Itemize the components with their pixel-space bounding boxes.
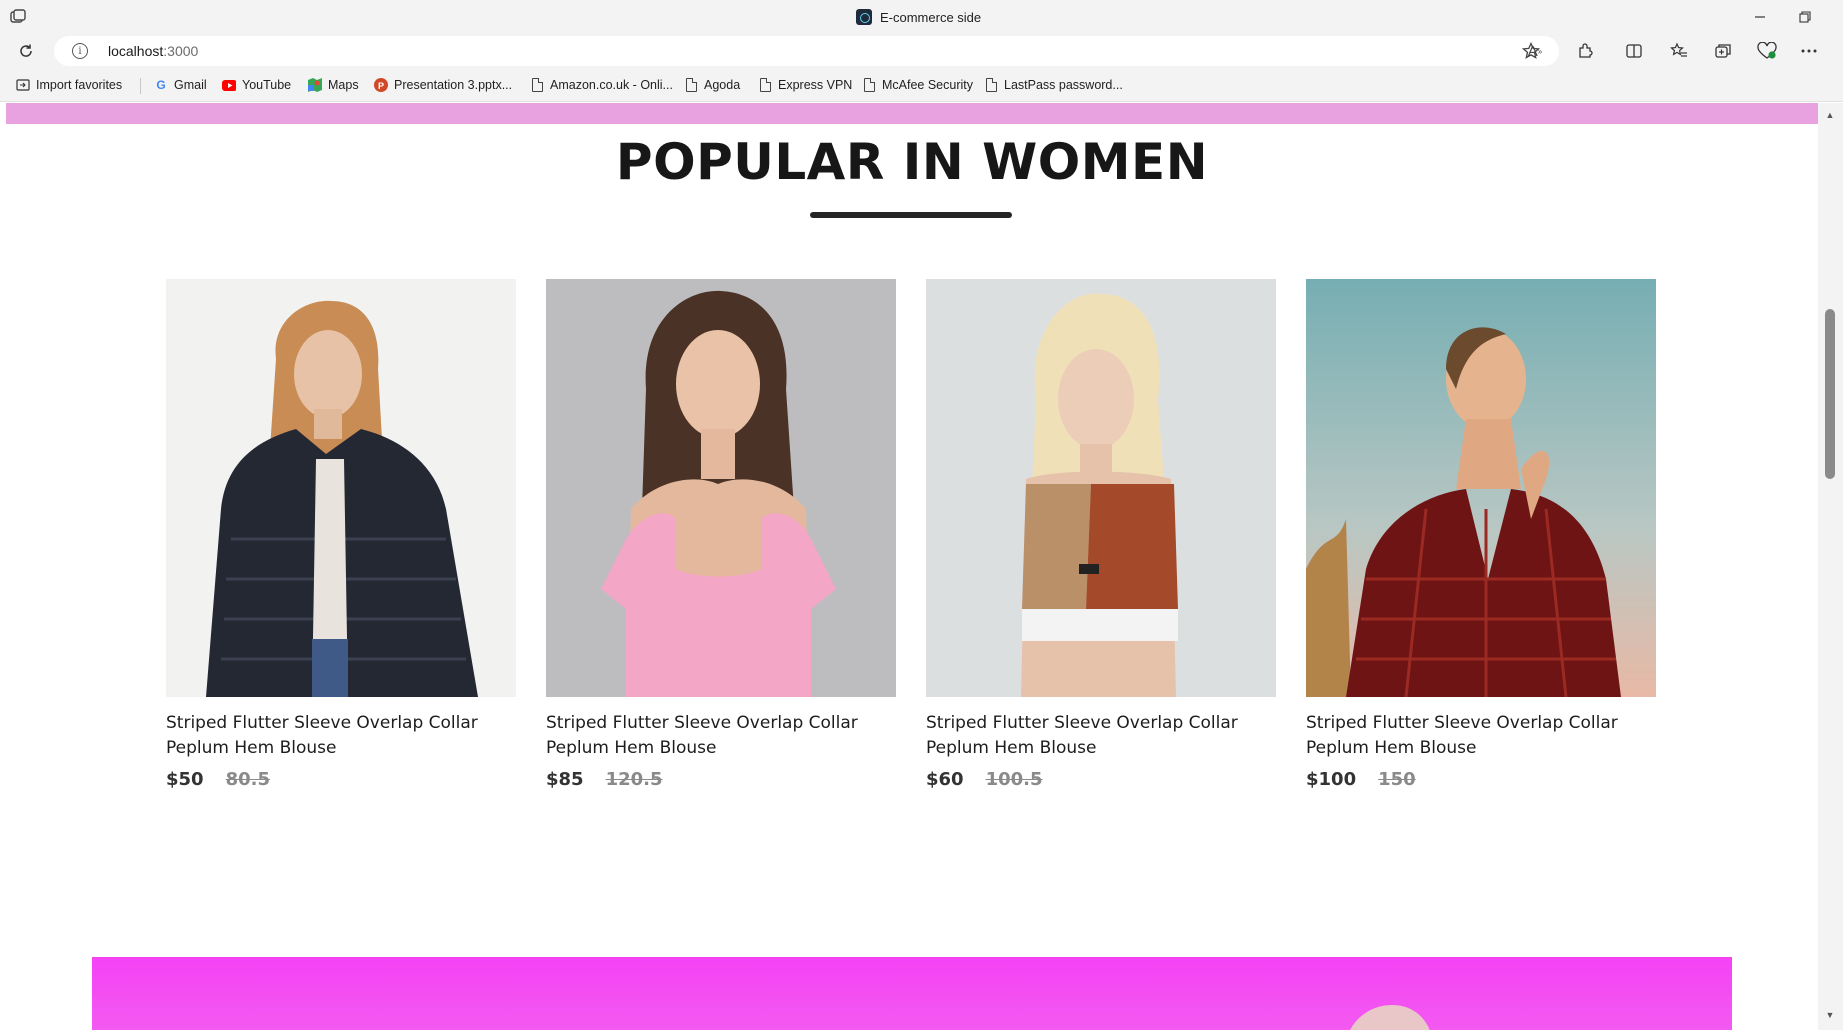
product-image[interactable] [1306, 279, 1656, 697]
new-price: $100 [1306, 769, 1357, 790]
product-name[interactable]: Striped Flutter Sleeve Overlap Collar Pe… [166, 711, 486, 761]
youtube-icon [222, 78, 236, 92]
favorites-icon[interactable] [1665, 38, 1693, 64]
workspaces-icon[interactable] [8, 8, 28, 26]
product-image[interactable] [546, 279, 896, 697]
site-info-icon[interactable]: i [72, 43, 88, 59]
svg-text:P: P [378, 81, 384, 91]
bookmark-label: Agoda [704, 78, 741, 92]
section-title: POPULAR IN WOMEN [615, 133, 1209, 191]
bookmark-amazon[interactable]: Amazon.co.uk - Onli... [530, 77, 673, 93]
product-prices: $85 120.5 [546, 769, 896, 790]
page-icon [758, 78, 772, 92]
old-price: 80.5 [225, 769, 270, 790]
bookmark-express-vpn[interactable]: Express VPN [758, 77, 852, 93]
page-viewport: POPULAR IN WOMEN Striped Flutter Sleeve … [6, 103, 1818, 1030]
bookmark-presentation[interactable]: P Presentation 3.pptx... [374, 77, 512, 93]
bookmark-label: YouTube [242, 78, 292, 92]
address-text[interactable]: localhost:3000 [108, 43, 198, 59]
bookmark-label: Amazon.co.uk - Onli... [550, 78, 673, 92]
new-price: $50 [166, 769, 204, 790]
product-name[interactable]: Striped Flutter Sleeve Overlap Collar Pe… [1306, 711, 1626, 761]
extensions-icon[interactable] [1571, 38, 1599, 64]
title-bar: E-commerce side [0, 0, 1843, 34]
bookmark-lastpass[interactable]: LastPass password... [984, 77, 1123, 93]
page-icon [684, 78, 698, 92]
minimize-button[interactable] [1740, 5, 1780, 29]
powerpoint-icon: P [374, 78, 388, 92]
title-underline [810, 212, 1012, 218]
old-price: 100.5 [985, 769, 1043, 790]
scroll-thumb[interactable] [1825, 309, 1835, 479]
browser-essentials-icon[interactable] [1753, 38, 1781, 64]
bookmark-label: McAfee Security [882, 78, 974, 92]
bookmark-label: Import favorites [36, 78, 123, 92]
bookmark-mcafee[interactable]: McAfee Security [862, 77, 973, 93]
scroll-down-arrow-icon[interactable]: ▼ [1824, 1009, 1836, 1021]
collections-icon[interactable] [1709, 38, 1737, 64]
split-screen-icon[interactable] [1620, 38, 1648, 64]
restore-button[interactable] [1785, 5, 1825, 29]
address-bar[interactable]: i localhost:3000 A» [54, 36, 1559, 66]
tab-title-text: E-commerce side [880, 9, 982, 25]
product-card[interactable]: Striped Flutter Sleeve Overlap Collar Pe… [546, 279, 896, 790]
page-icon [862, 78, 876, 92]
bookmark-agoda[interactable]: Agoda [684, 77, 740, 93]
maps-icon [308, 78, 322, 92]
bookmark-maps[interactable]: Maps [308, 77, 359, 93]
old-price: 150 [1378, 769, 1416, 790]
react-favicon-icon [856, 9, 872, 25]
more-menu-icon[interactable] [1795, 38, 1823, 64]
new-price: $60 [926, 769, 964, 790]
product-prices: $100 150 [1306, 769, 1656, 790]
bookmark-label: Gmail [174, 78, 207, 92]
product-image[interactable] [926, 279, 1276, 697]
add-favorite-icon[interactable] [1520, 41, 1542, 61]
bookmark-label: Presentation 3.pptx... [394, 78, 513, 92]
bookmark-youtube[interactable]: YouTube [222, 77, 291, 93]
scroll-up-arrow-icon[interactable]: ▲ [1824, 109, 1836, 121]
old-price: 120.5 [605, 769, 663, 790]
refresh-icon[interactable] [12, 38, 40, 64]
bookmark-import-favorites[interactable]: Import favorites [16, 77, 122, 93]
product-card[interactable]: Striped Flutter Sleeve Overlap Collar Pe… [166, 279, 516, 790]
new-price: $85 [546, 769, 584, 790]
top-color-band [6, 103, 1818, 124]
product-image[interactable] [166, 279, 516, 697]
bookmark-gmail[interactable]: G Gmail [154, 77, 207, 93]
browser-toolbar: i localhost:3000 A» [0, 34, 1843, 68]
active-tab[interactable]: E-commerce side [856, 7, 981, 27]
bookmarks-bar: Import favorites G Gmail YouTube Maps P … [0, 68, 1843, 102]
page-scrollbar[interactable]: ▲ ▼ [1818, 103, 1843, 1030]
bookmark-separator [140, 78, 141, 94]
promo-banner [92, 957, 1732, 1030]
bookmark-label: Express VPN [778, 78, 853, 92]
bookmark-label: LastPass password... [1004, 78, 1123, 92]
page-icon [530, 78, 544, 92]
product-name[interactable]: Striped Flutter Sleeve Overlap Collar Pe… [926, 711, 1246, 761]
gmail-icon: G [156, 78, 166, 92]
bookmark-label: Maps [328, 78, 359, 92]
product-prices: $50 80.5 [166, 769, 516, 790]
product-card[interactable]: Striped Flutter Sleeve Overlap Collar Pe… [1306, 279, 1656, 790]
product-name[interactable]: Striped Flutter Sleeve Overlap Collar Pe… [546, 711, 866, 761]
import-icon [16, 78, 30, 92]
page-icon [984, 78, 998, 92]
product-prices: $60 100.5 [926, 769, 1276, 790]
product-card[interactable]: Striped Flutter Sleeve Overlap Collar Pe… [926, 279, 1276, 790]
